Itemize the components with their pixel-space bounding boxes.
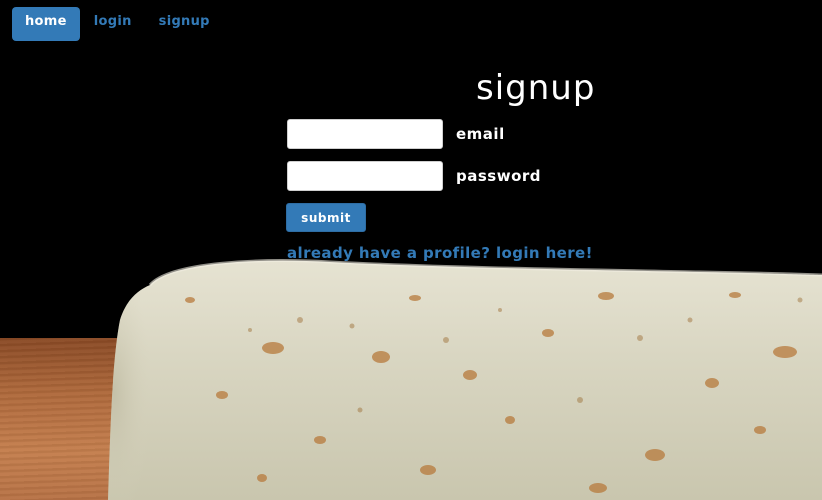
signup-title: Signup [476, 68, 596, 108]
login-here-link[interactable]: Already Have a Profile? Login Here! [287, 244, 593, 262]
top-navbar: Home Login Signup [12, 7, 223, 41]
nav-signup-link[interactable]: Signup [146, 7, 223, 41]
nav-login-link[interactable]: Login [81, 7, 145, 41]
password-label: Password [456, 167, 542, 185]
nav-home-link[interactable]: Home [12, 7, 80, 41]
password-row: Password [287, 161, 541, 191]
submit-button[interactable]: Submit [286, 203, 366, 232]
page: Home Login Signup Signup Email Password … [0, 0, 822, 500]
password-field[interactable] [287, 161, 443, 191]
email-row: Email [287, 119, 505, 149]
email-label: Email [456, 125, 505, 143]
email-field[interactable] [287, 119, 443, 149]
